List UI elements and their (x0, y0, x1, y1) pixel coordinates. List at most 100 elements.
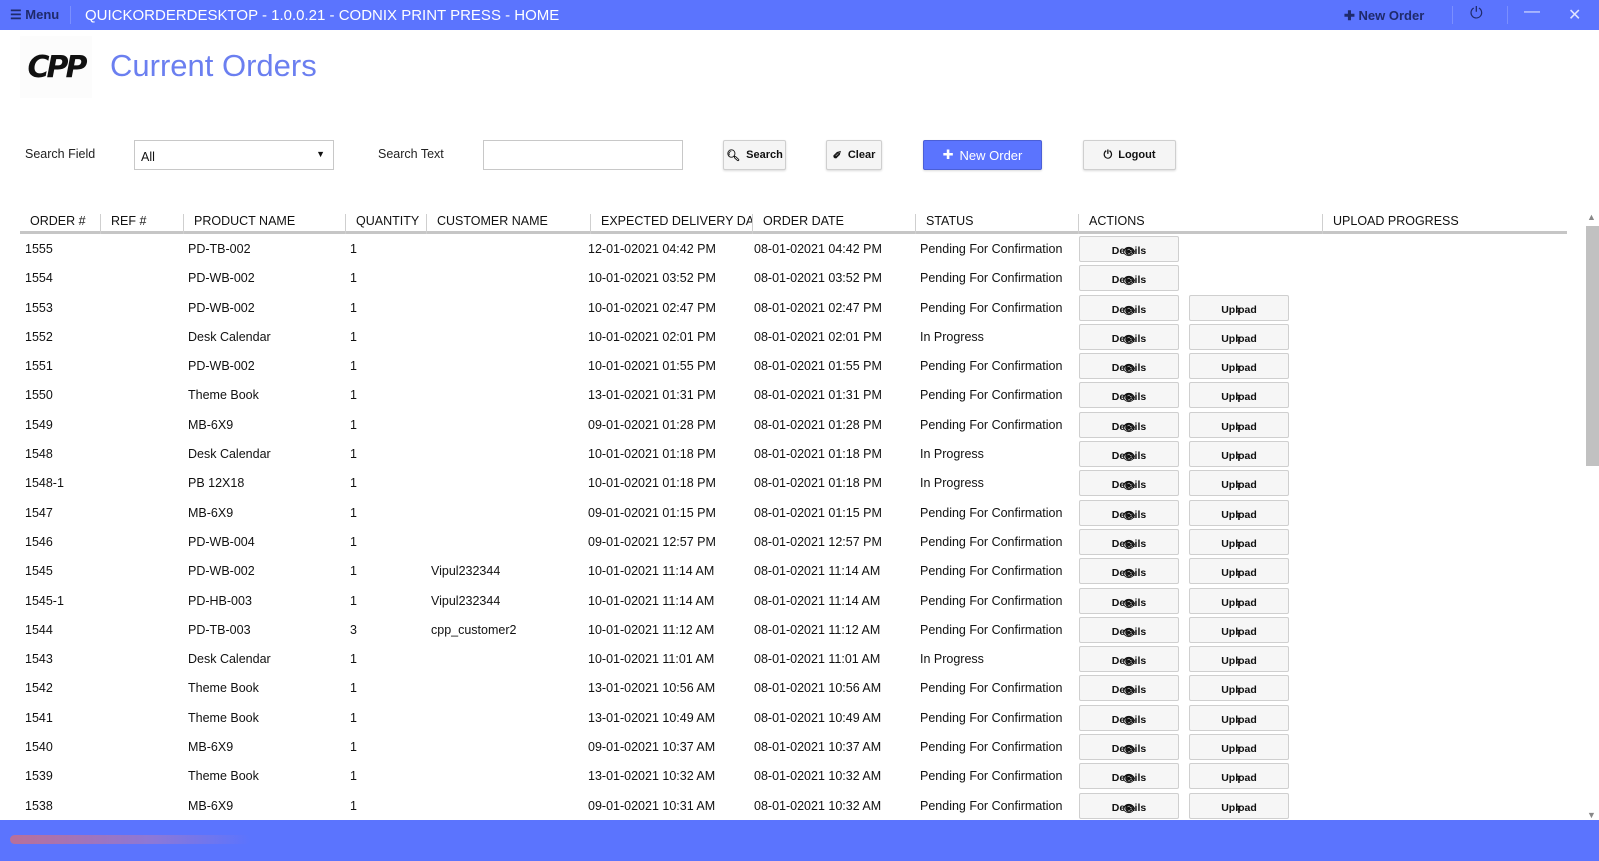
table-row[interactable]: 1547 MB-6X9 1 09-01-02021 01:15 PM 08-01-020… (20, 498, 1567, 527)
upload-button[interactable]: ⭱ Upload (1189, 441, 1289, 468)
vertical-scrollbar[interactable]: ▲ ▼ (1585, 212, 1599, 820)
column-header[interactable]: UPLOAD PROGRESS (1322, 214, 1566, 234)
details-button[interactable]: 👁︎ Details (1079, 499, 1179, 526)
hamburger-icon: ☰ (10, 7, 26, 22)
close-button[interactable]: ✕ (1568, 5, 1581, 25)
table-row[interactable]: 1541 Theme Book 1 13-01-02021 10:49 AM 08-01… (20, 703, 1567, 732)
upload-button[interactable]: ⭱ Upload (1189, 587, 1289, 614)
cell-order: 1538 (25, 798, 53, 813)
upload-button[interactable]: ⭱ Upload (1189, 294, 1289, 321)
upload-button[interactable]: ⭱ Upload (1189, 528, 1289, 555)
table-row[interactable]: 1539 Theme Book 1 13-01-02021 10:32 AM 08-01… (20, 761, 1567, 790)
table-row[interactable]: 1552 Desk Calendar 1 10-01-02021 02:01 PM 08… (20, 322, 1567, 351)
details-button[interactable]: 👁︎ Details (1079, 528, 1179, 555)
upload-label: Upload (1221, 537, 1257, 550)
search-field-select[interactable]: All ▼ (134, 140, 334, 170)
details-button[interactable]: 👁︎ Details (1079, 734, 1179, 761)
details-button[interactable]: 👁︎ Details (1079, 646, 1179, 673)
column-header[interactable]: PRODUCT NAME (183, 214, 345, 234)
column-header[interactable]: ORDER # (20, 214, 100, 234)
column-header[interactable]: ACTIONS (1078, 214, 1322, 234)
scroll-down-icon[interactable]: ▼ (1587, 810, 1596, 820)
search-button[interactable]: 🔍︎ Search (723, 140, 786, 170)
cell-date: 08-01-02021 03:52 PM (754, 271, 882, 286)
table-row[interactable]: 1548-1 PB 12X18 1 10-01-02021 01:18 PM 08-01… (20, 468, 1567, 497)
table-row[interactable]: 1555 PD-TB-002 1 12-01-02021 04:42 PM 08-01-… (20, 234, 1567, 263)
upload-button[interactable]: ⭱ Upload (1189, 734, 1289, 761)
details-button[interactable]: 👁︎ Details (1079, 587, 1179, 614)
search-icon: 🔍︎ (726, 149, 741, 162)
column-header[interactable]: QUANTITY (345, 214, 426, 234)
cell-date: 08-01-02021 10:37 AM (754, 740, 882, 755)
table-row[interactable]: 1550 Theme Book 1 13-01-02021 01:31 PM 08-01… (20, 380, 1567, 409)
upload-button[interactable]: ⭱ Upload (1189, 558, 1289, 585)
table-row[interactable]: 1549 MB-6X9 1 09-01-02021 01:28 PM 08-01-020… (20, 410, 1567, 439)
table-row[interactable]: 1540 MB-6X9 1 09-01-02021 10:37 AM 08-01-020… (20, 732, 1567, 761)
upload-button[interactable]: ⭱ Upload (1189, 353, 1289, 380)
upload-button[interactable]: ⭱ Upload (1189, 411, 1289, 438)
details-button[interactable]: 👁︎ Details (1079, 411, 1179, 438)
details-button[interactable]: 👁︎ Details (1079, 382, 1179, 409)
scroll-thumb[interactable] (1586, 226, 1599, 466)
cell-date: 08-01-02021 02:01 PM (754, 329, 882, 344)
details-button[interactable]: 👁︎ Details (1079, 441, 1179, 468)
minimize-button[interactable]: — (1524, 3, 1540, 21)
table-row[interactable]: 1538 MB-6X9 1 09-01-02021 10:31 AM 08-01-020… (20, 791, 1567, 820)
details-button[interactable]: 👁︎ Details (1079, 323, 1179, 350)
details-button[interactable]: 👁︎ Details (1079, 265, 1179, 292)
details-button[interactable]: 👁︎ Details (1079, 792, 1179, 819)
details-button[interactable]: 👁︎ Details (1079, 558, 1179, 585)
details-button[interactable]: 👁︎ Details (1079, 294, 1179, 321)
cell-expected: 10-01-02021 01:18 PM (588, 447, 716, 462)
upload-button[interactable]: ⭱ Upload (1189, 499, 1289, 526)
logout-button[interactable]: ⏻ Logout (1083, 140, 1176, 170)
cell-qty: 1 (350, 242, 357, 256)
table-row[interactable]: 1553 PD-WB-002 1 10-01-02021 02:47 PM 08-01-… (20, 293, 1567, 322)
search-text-input[interactable] (483, 140, 683, 170)
upload-button[interactable]: ⭱ Upload (1189, 646, 1289, 673)
upload-button[interactable]: ⭱ Upload (1189, 763, 1289, 790)
table-row[interactable]: 1551 PD-WB-002 1 10-01-02021 01:55 PM 08-01-… (20, 351, 1567, 380)
scroll-up-icon[interactable]: ▲ (1587, 212, 1596, 222)
menu-button[interactable]: ☰ Menu (10, 7, 59, 23)
clear-button[interactable]: ✐ Clear (826, 140, 882, 170)
table-row[interactable]: 1544 PD-TB-003 3 cpp_customer2 10-01-02021 1… (20, 615, 1567, 644)
upload-button[interactable]: ⭱ Upload (1189, 323, 1289, 350)
table-row[interactable]: 1545 PD-WB-002 1 Vipul232344 10-01-02021 11:… (20, 556, 1567, 585)
cell-order: 1545-1 (25, 593, 64, 608)
cell-product: PD-HB-003 (188, 593, 252, 608)
upload-button[interactable]: ⭱ Upload (1189, 704, 1289, 731)
upload-button[interactable]: ⭱ Upload (1189, 382, 1289, 409)
table-row[interactable]: 1548 Desk Calendar 1 10-01-02021 01:18 PM 08… (20, 439, 1567, 468)
new-order-button[interactable]: ✚ New Order (923, 140, 1042, 170)
table-row[interactable]: 1545-1 PD-HB-003 1 Vipul232344 10-01-02021 … (20, 586, 1567, 615)
table-row[interactable]: 1543 Desk Calendar 1 10-01-02021 11:01 AM 08… (20, 644, 1567, 673)
upload-button[interactable]: ⭱ Upload (1189, 470, 1289, 497)
details-button[interactable]: 👁︎ Details (1079, 704, 1179, 731)
details-button[interactable]: 👁︎ Details (1079, 470, 1179, 497)
power-icon[interactable]: ⏻ (1470, 5, 1483, 23)
details-button[interactable]: 👁︎ Details (1079, 763, 1179, 790)
upload-label: Upload (1221, 713, 1257, 726)
upload-button[interactable]: ⭱ Upload (1189, 616, 1289, 643)
details-button[interactable]: 👁︎ Details (1079, 616, 1179, 643)
table-row[interactable]: 1546 PD-WB-004 1 09-01-02021 12:57 PM 08-01-… (20, 527, 1567, 556)
details-button[interactable]: 👁︎ Details (1079, 675, 1179, 702)
cell-expected: 10-01-02021 11:01 AM (588, 652, 715, 667)
cell-status: Pending For Confirmation (920, 271, 1063, 286)
table-row[interactable]: 1554 PD-WB-002 1 10-01-02021 03:52 PM 08-01-… (20, 263, 1567, 292)
power-icon: ⏻ (1103, 148, 1113, 161)
upload-button[interactable]: ⭱ Upload (1189, 675, 1289, 702)
column-header[interactable]: CUSTOMER NAME (426, 214, 590, 234)
cell-order: 1551 (25, 359, 53, 374)
titlebar-new-order-button[interactable]: ✚ New Order (1344, 8, 1424, 24)
upload-button[interactable]: ⭱ Upload (1189, 792, 1289, 819)
column-header[interactable]: REF # (100, 214, 183, 234)
details-button[interactable]: 👁︎ Details (1079, 353, 1179, 380)
column-header[interactable]: STATUS (915, 214, 1078, 234)
page-title: Current Orders (110, 48, 317, 83)
details-button[interactable]: 👁︎ Details (1079, 236, 1179, 262)
column-header[interactable]: ORDER DATE (752, 214, 915, 234)
table-row[interactable]: 1542 Theme Book 1 13-01-02021 10:56 AM 08-01… (20, 673, 1567, 702)
column-header[interactable]: EXPECTED DELIVERY DATE (590, 214, 752, 234)
